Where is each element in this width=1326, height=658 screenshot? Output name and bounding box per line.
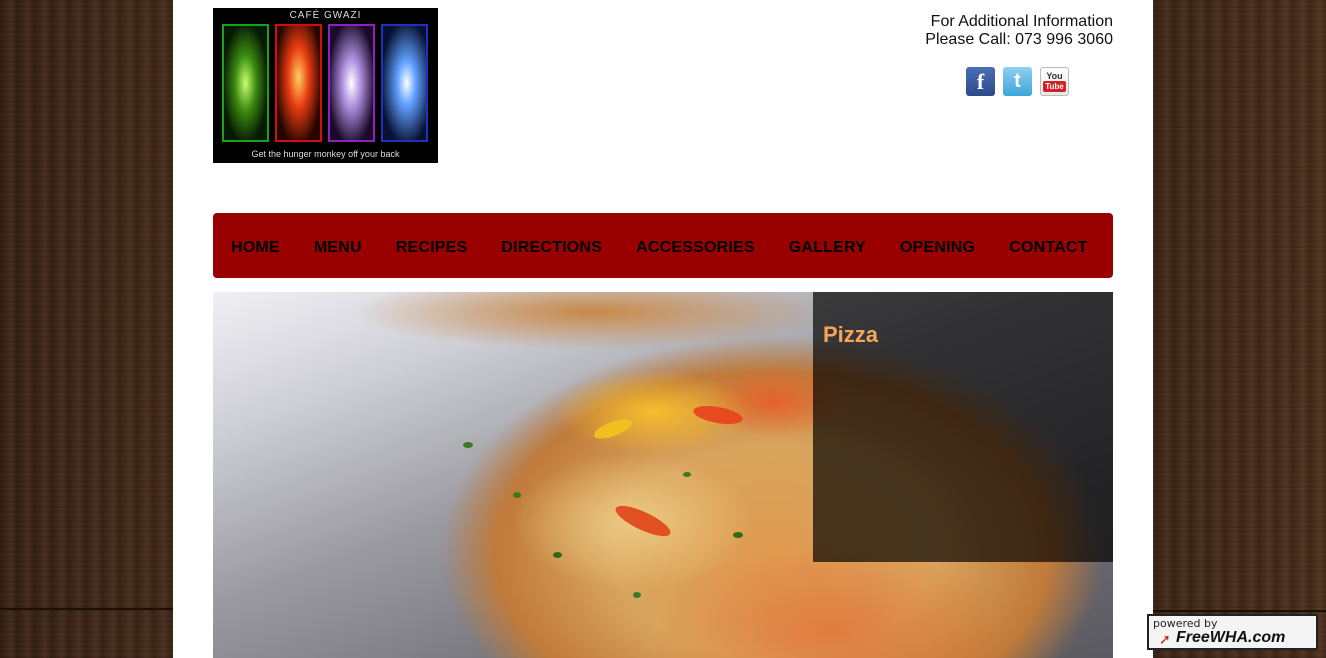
main-navigation: HOME MENU RECIPES DIRECTIONS ACCESSORIES… xyxy=(213,213,1113,278)
youtube-icon[interactable]: You Tube xyxy=(1040,67,1069,96)
youtube-tube-text: Tube xyxy=(1043,80,1066,92)
logo-panel-green xyxy=(222,24,269,142)
pizza-topping xyxy=(513,492,521,498)
page-container: CAFÉ GWAZI Get the hunger monkey off you… xyxy=(173,0,1153,658)
logo-panel-red xyxy=(275,24,322,142)
nav-item-menu[interactable]: MENU xyxy=(314,235,362,257)
logo-tagline: Get the hunger monkey off your back xyxy=(251,149,400,159)
slide-caption-title: Pizza xyxy=(823,322,879,347)
powered-by-brand: FreeWHA.com xyxy=(1176,629,1286,646)
nav-item-recipes[interactable]: RECIPES xyxy=(396,235,468,257)
pizza-topping xyxy=(691,402,745,428)
nav-item-directions[interactable]: DIRECTIONS xyxy=(501,235,602,257)
cafe-logo[interactable]: CAFÉ GWAZI Get the hunger monkey off you… xyxy=(213,8,438,163)
nav-item-gallery[interactable]: GALLERY xyxy=(789,235,866,257)
pizza-topping xyxy=(683,472,691,477)
nav-item-contact[interactable]: CONTACT xyxy=(1009,235,1087,257)
hero-slider-pizza-image[interactable]: Pizza xyxy=(213,292,1113,658)
facebook-glyph: f xyxy=(976,68,985,94)
contact-info: For Additional Information Please Call: … xyxy=(925,13,1113,49)
nav-item-opening[interactable]: OPENING xyxy=(900,235,975,257)
logo-panel-purple xyxy=(328,24,375,142)
facebook-icon[interactable]: f xyxy=(966,67,995,96)
nav-item-home[interactable]: HOME xyxy=(231,235,280,257)
contact-line-phone: Please Call: 073 996 3060 xyxy=(925,31,1113,48)
twitter-glyph: t xyxy=(1014,70,1021,92)
powered-by-badge[interactable]: powered by ➚ FreeWHA.com xyxy=(1147,614,1318,650)
pizza-topping xyxy=(633,592,641,598)
nav-item-accessories[interactable]: ACCESSORIES xyxy=(636,235,755,257)
youtube-you-text: You xyxy=(1046,70,1063,81)
logo-title: CAFÉ GWAZI xyxy=(289,10,362,21)
pizza-topping xyxy=(612,500,674,542)
wood-seam-right xyxy=(1153,610,1326,612)
slide-caption: Pizza xyxy=(813,292,1113,562)
pizza-topping xyxy=(733,532,743,538)
logo-panel-blue xyxy=(381,24,428,142)
social-links: f t You Tube xyxy=(966,67,1069,96)
twitter-icon[interactable]: t xyxy=(1003,67,1032,96)
pizza-topping xyxy=(463,442,473,448)
pizza-topping xyxy=(553,552,562,558)
wood-seam-left xyxy=(0,608,173,610)
contact-line-info: For Additional Information xyxy=(930,13,1113,30)
pizza-topping xyxy=(591,415,635,443)
arrow-icon: ➚ xyxy=(1159,631,1171,647)
